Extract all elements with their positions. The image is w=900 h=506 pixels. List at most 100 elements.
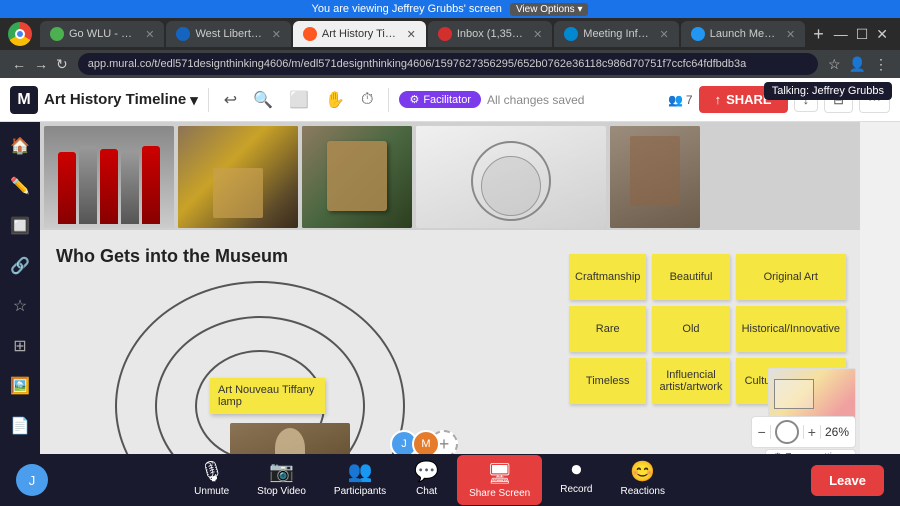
notification-text: You are viewing Jeffrey Grubbs' screen <box>312 3 502 15</box>
new-tab-button[interactable]: + <box>807 24 830 45</box>
card-influential[interactable]: Influencial artist/artwork <box>652 358 729 404</box>
tab-west-liberty[interactable]: West Liberty : ART-... ✕ <box>166 21 290 47</box>
stop-video-button[interactable]: 📷 Stop Video <box>247 455 316 505</box>
undo-button[interactable]: ↩ <box>219 86 242 114</box>
profile-button[interactable]: 👤 <box>845 56 870 73</box>
book-image <box>302 126 412 228</box>
main-canvas[interactable]: Who Gets into the Museum Art Nouveau Tif… <box>40 122 860 506</box>
portrait-image <box>610 126 700 228</box>
tab-inbox[interactable]: Inbox (1,353) - jeffre... ✕ <box>428 21 552 47</box>
zoom-separator <box>770 425 771 439</box>
chat-icon: 💬 <box>414 459 439 484</box>
chat-button[interactable]: 💬 Chat <box>404 455 449 505</box>
minimize-button[interactable]: — <box>830 26 852 42</box>
card-timeless[interactable]: Timeless <box>569 358 646 404</box>
sidebar-star-button[interactable]: ☆ <box>4 290 36 322</box>
sidebar-edit-button[interactable]: ✏️ <box>4 170 36 202</box>
image-strip <box>40 122 860 230</box>
card-rare[interactable]: Rare <box>569 306 646 352</box>
tab-favicon <box>303 27 317 41</box>
card-label: Beautiful <box>670 271 713 283</box>
card-label: Rare <box>596 323 620 335</box>
card-old[interactable]: Old <box>652 306 729 352</box>
tab-go-wlu[interactable]: Go WLU - West Lib... ✕ <box>40 21 164 47</box>
sticky-note[interactable]: Art Nouveau Tiffany lamp <box>210 378 325 414</box>
card-original-art[interactable]: Original Art <box>736 254 846 300</box>
reactions-button[interactable]: 😊 Reactions <box>610 455 674 505</box>
sidebar-grid-button[interactable]: ⊞ <box>4 330 36 362</box>
unmute-button[interactable]: 🎙 Unmute <box>184 455 239 505</box>
tab-close-icon[interactable]: ✕ <box>786 28 795 41</box>
tab-label: Art History Timeline... <box>322 28 402 40</box>
address-bar[interactable] <box>78 53 818 75</box>
tab-close-icon[interactable]: ✕ <box>272 28 281 41</box>
tab-close-icon[interactable]: ✕ <box>660 28 669 41</box>
timer-button[interactable]: ⏱ <box>356 87 378 113</box>
tab-art-history[interactable]: Art History Timeline... ✕ <box>293 21 426 47</box>
record-label: Record <box>560 484 592 495</box>
dropdown-icon: ▾ <box>190 91 198 109</box>
unmute-label: Unmute <box>194 486 229 497</box>
tab-label: Inbox (1,353) - jeffre... <box>457 28 528 40</box>
close-window-button[interactable]: ✕ <box>872 26 892 43</box>
sidebar-image-button[interactable]: 🖼️ <box>4 370 36 402</box>
app-title-text: Art History Timeline <box>44 91 186 108</box>
separator <box>208 88 209 112</box>
reload-button[interactable]: ↻ <box>52 56 72 73</box>
leave-button[interactable]: Leave <box>811 465 884 496</box>
share-screen-label: Share Screen <box>469 488 530 499</box>
app-title-button[interactable]: Art History Timeline ▾ <box>44 91 198 109</box>
tab-close-icon[interactable]: ✕ <box>407 28 416 41</box>
card-beautiful[interactable]: Beautiful <box>652 254 729 300</box>
card-historical[interactable]: Historical/Innovative <box>736 306 846 352</box>
maximize-button[interactable]: ☐ <box>852 26 873 43</box>
hand-button[interactable]: ✋ <box>320 86 350 114</box>
chat-label: Chat <box>416 486 437 497</box>
sidebar-doc-button[interactable]: 📄 <box>4 410 36 442</box>
participants-video-button[interactable]: 👥 Participants <box>324 455 396 505</box>
view-options-button[interactable]: View Options ▾ <box>510 3 589 16</box>
select-button[interactable]: ⬜ <box>284 86 314 114</box>
tab-close-icon[interactable]: ✕ <box>145 28 154 41</box>
tab-label: Go WLU - West Lib... <box>69 28 140 40</box>
extensions-button[interactable]: ⋮ <box>870 56 892 73</box>
stop-video-label: Stop Video <box>257 486 306 497</box>
sidebar-link-button[interactable]: 🔗 <box>4 250 36 282</box>
facilitator-label: Facilitator <box>423 94 471 106</box>
tab-favicon <box>176 27 190 41</box>
museum-title: Who Gets into the Museum <box>40 238 510 267</box>
forward-button[interactable]: → <box>30 56 52 72</box>
autosave-text: All changes saved <box>487 93 662 107</box>
tab-label: West Liberty : ART-... <box>195 28 266 40</box>
share-screen-button[interactable]: 🖥 Share Screen <box>457 455 542 505</box>
participants-button[interactable]: 👥 7 <box>668 93 693 107</box>
zoom-level: 26% <box>825 425 849 439</box>
zoom-separator <box>803 425 804 439</box>
zoom-out-button[interactable]: − <box>758 424 766 440</box>
record-button[interactable]: ⏺ Record <box>550 455 602 505</box>
tab-meeting-info[interactable]: Meeting Information... ✕ <box>554 21 678 47</box>
cocacola-image <box>44 126 174 228</box>
address-bar-row: ← → ↻ ☆ 👤 ⋮ <box>0 50 900 78</box>
zoom-in-button[interactable]: + <box>808 424 816 440</box>
tab-close-icon[interactable]: ✕ <box>533 28 542 41</box>
gear-icon: ⚙ <box>409 93 419 106</box>
card-craftmanship[interactable]: Craftmanship <box>569 254 646 300</box>
app-logo: M <box>10 86 38 114</box>
camera-icon: 📷 <box>269 459 294 484</box>
sidebar-home-button[interactable]: 🏠 <box>4 130 36 162</box>
search-button[interactable]: 🔍 <box>248 86 278 114</box>
browser-chrome: Go WLU - West Lib... ✕ West Liberty : AR… <box>0 18 900 78</box>
facilitator-badge[interactable]: ⚙ Facilitator <box>399 91 481 108</box>
sketch-image <box>416 126 606 228</box>
bookmark-button[interactable]: ☆ <box>824 56 845 73</box>
reactions-icon: 😊 <box>630 459 655 484</box>
sidebar-shapes-button[interactable]: 🔲 <box>4 210 36 242</box>
card-label: Original Art <box>764 271 818 283</box>
tab-launch-meeting[interactable]: Launch Meeting - Z... ✕ <box>681 21 805 47</box>
back-button[interactable]: ← <box>8 56 30 72</box>
card-label: Influencial artist/artwork <box>658 369 723 393</box>
user-avatar: J <box>16 464 48 496</box>
separator <box>388 88 389 112</box>
tab-label: Launch Meeting - Z... <box>710 28 781 40</box>
